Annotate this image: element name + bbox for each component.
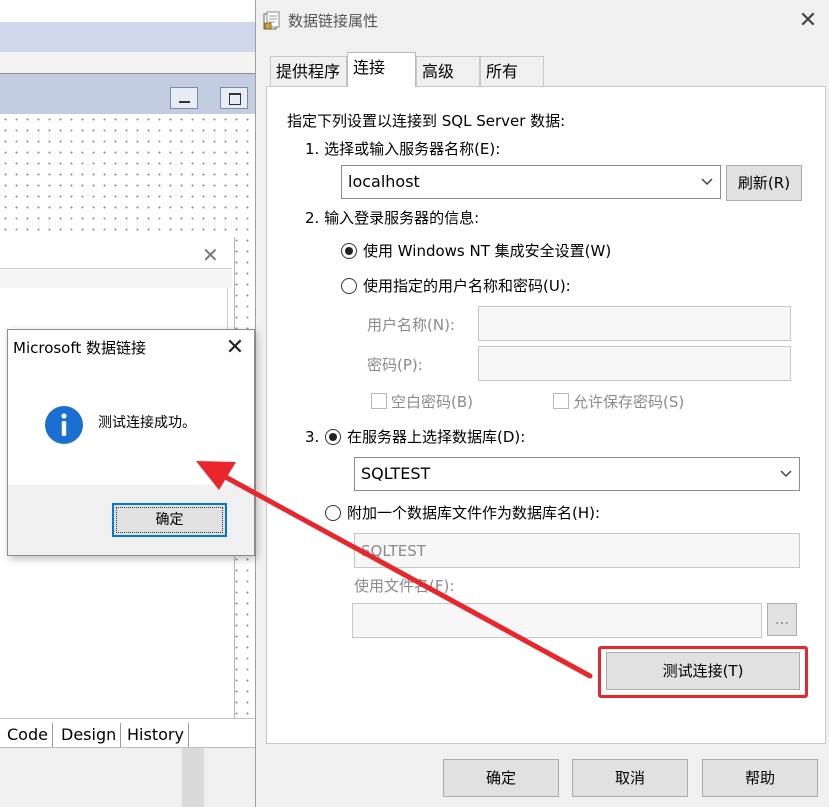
windows-nt-auth-label[interactable]: 使用 Windows NT 集成安全设置(W) [363, 241, 611, 261]
blank-password-label[interactable]: 空白密码(B) [391, 392, 473, 412]
close-icon[interactable]: ✕ [223, 336, 247, 360]
database-value: SQLTEST [361, 464, 431, 483]
help-button[interactable]: 帮助 [702, 759, 818, 797]
message-box-title: Microsoft 数据链接 [13, 339, 147, 357]
ide-view-tabs: Code Design History [0, 718, 255, 748]
cancel-button[interactable]: 取消 [572, 759, 688, 797]
ide-menu-strip [0, 52, 255, 74]
specific-user-label[interactable]: 使用指定的用户名称和密码(U): [363, 276, 571, 296]
specific-user-radio[interactable] [341, 278, 357, 294]
ide-scrollbar[interactable] [182, 748, 204, 807]
data-link-properties-dialog: 数据链接属性 ✕ 提供程序 连接 高级 所有 指定下列设置以连接到 SQL Se… [255, 0, 829, 807]
chevron-down-icon[interactable] [698, 173, 716, 191]
ide-bottom-area [0, 748, 255, 807]
info-icon [45, 406, 83, 444]
server-name-value: localhost [348, 172, 420, 191]
message-box: Microsoft 数据链接 ✕ 测试连接成功。 确定 [7, 329, 255, 556]
message-ok-button[interactable]: 确定 [112, 503, 227, 537]
attach-database-name-field[interactable]: SQLTEST [354, 533, 800, 568]
tab-design[interactable]: Design [57, 723, 122, 747]
message-text: 测试连接成功。 [98, 415, 196, 431]
tab-provider[interactable]: 提供程序 [270, 56, 347, 86]
ide-window-header [0, 268, 232, 288]
step3-number: 3. [305, 428, 320, 446]
step2-label: 2. 输入登录服务器的信息: [305, 209, 480, 227]
attach-database-name-value: SQLTEST [361, 542, 426, 560]
chevron-down-icon[interactable] [777, 465, 795, 483]
tab-code[interactable]: Code [3, 723, 53, 747]
step1-label: 1. 选择或输入服务器名称(E): [305, 140, 501, 158]
minimize-icon[interactable] [170, 87, 198, 109]
data-link-icon [263, 11, 280, 30]
username-field[interactable] [478, 306, 791, 341]
server-name-combobox[interactable]: localhost [341, 165, 721, 199]
highlight-frame [598, 646, 808, 698]
select-database-radio[interactable] [325, 429, 341, 445]
intro-text: 指定下列设置以连接到 SQL Server 数据: [287, 112, 566, 130]
password-field[interactable] [478, 346, 791, 381]
tab-connection[interactable]: 连接 [347, 52, 416, 87]
close-icon[interactable]: ✕ [202, 245, 219, 265]
tab-history[interactable]: History [123, 723, 189, 747]
close-icon[interactable]: ✕ [796, 9, 820, 33]
refresh-button[interactable]: 刷新(R) [726, 165, 802, 201]
password-label: 密码(P): [367, 356, 423, 374]
select-database-label[interactable]: 在服务器上选择数据库(D): [347, 427, 525, 447]
tab-all[interactable]: 所有 [480, 56, 544, 86]
dialog-title: 数据链接属性 [288, 12, 379, 30]
username-label: 用户名称(N): [367, 316, 455, 334]
filename-field[interactable] [352, 603, 762, 638]
database-combobox[interactable]: SQLTEST [354, 457, 800, 491]
ok-button[interactable]: 确定 [443, 759, 559, 797]
allow-save-password-checkbox[interactable] [553, 393, 569, 409]
blank-password-checkbox[interactable] [371, 393, 387, 409]
windows-nt-auth-radio[interactable] [341, 243, 357, 259]
browse-button[interactable]: ... [767, 603, 797, 636]
use-filename-label: 使用文件名(F): [354, 577, 455, 595]
maximize-icon[interactable] [220, 87, 248, 109]
ide-form-titlebar [0, 74, 255, 114]
attach-database-radio[interactable] [325, 505, 341, 521]
ide-toolbar [0, 22, 255, 52]
allow-save-password-label[interactable]: 允许保存密码(S) [573, 392, 684, 412]
attach-database-label[interactable]: 附加一个数据库文件作为数据库名(H): [347, 503, 600, 523]
tab-advanced[interactable]: 高级 [416, 56, 480, 86]
